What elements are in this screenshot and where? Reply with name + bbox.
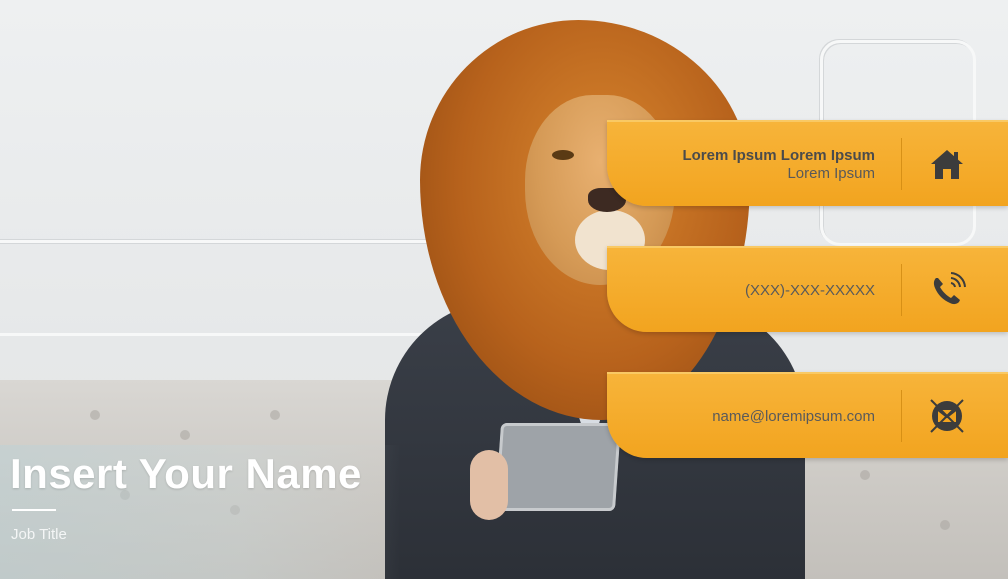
lion-eye [552, 150, 574, 160]
sofa-tuft [270, 410, 280, 420]
sofa-tuft [180, 430, 190, 440]
sofa-tuft [940, 520, 950, 530]
email-address: name@loremipsum.com [712, 407, 875, 425]
hand [470, 450, 508, 520]
address-panel: Lorem Ipsum Lorem Ipsum Lorem Ipsum [607, 120, 1008, 206]
address-line1: Lorem Ipsum Lorem Ipsum [682, 146, 875, 164]
phone-text: (XXX)-XXX-XXXXX [745, 248, 875, 332]
email-text: name@loremipsum.com [712, 374, 875, 458]
phone-panel: (XXX)-XXX-XXXXX [607, 246, 1008, 332]
sofa-tuft [90, 410, 100, 420]
profile-name: Insert Your Name [10, 450, 362, 497]
job-title: Job Title [11, 526, 67, 543]
slide-canvas: Lorem Ipsum Lorem Ipsum Lorem Ipsum (XXX… [0, 0, 1008, 579]
name-underline [12, 509, 56, 511]
email-panel: name@loremipsum.com [607, 372, 1008, 458]
panel-divider [901, 264, 902, 316]
wall-moulding [0, 240, 466, 336]
phone-number: (XXX)-XXX-XXXXX [744, 281, 875, 299]
panel-divider [901, 390, 902, 442]
mail-icon [930, 399, 964, 433]
sofa-tuft [860, 470, 870, 480]
tablet-device [494, 423, 622, 511]
panel-divider [901, 138, 902, 190]
phone-icon [933, 272, 966, 305]
address-text: Lorem Ipsum Lorem Ipsum Lorem Ipsum [682, 122, 875, 206]
address-line2: Lorem Ipsum [787, 164, 875, 182]
home-icon [931, 150, 963, 179]
